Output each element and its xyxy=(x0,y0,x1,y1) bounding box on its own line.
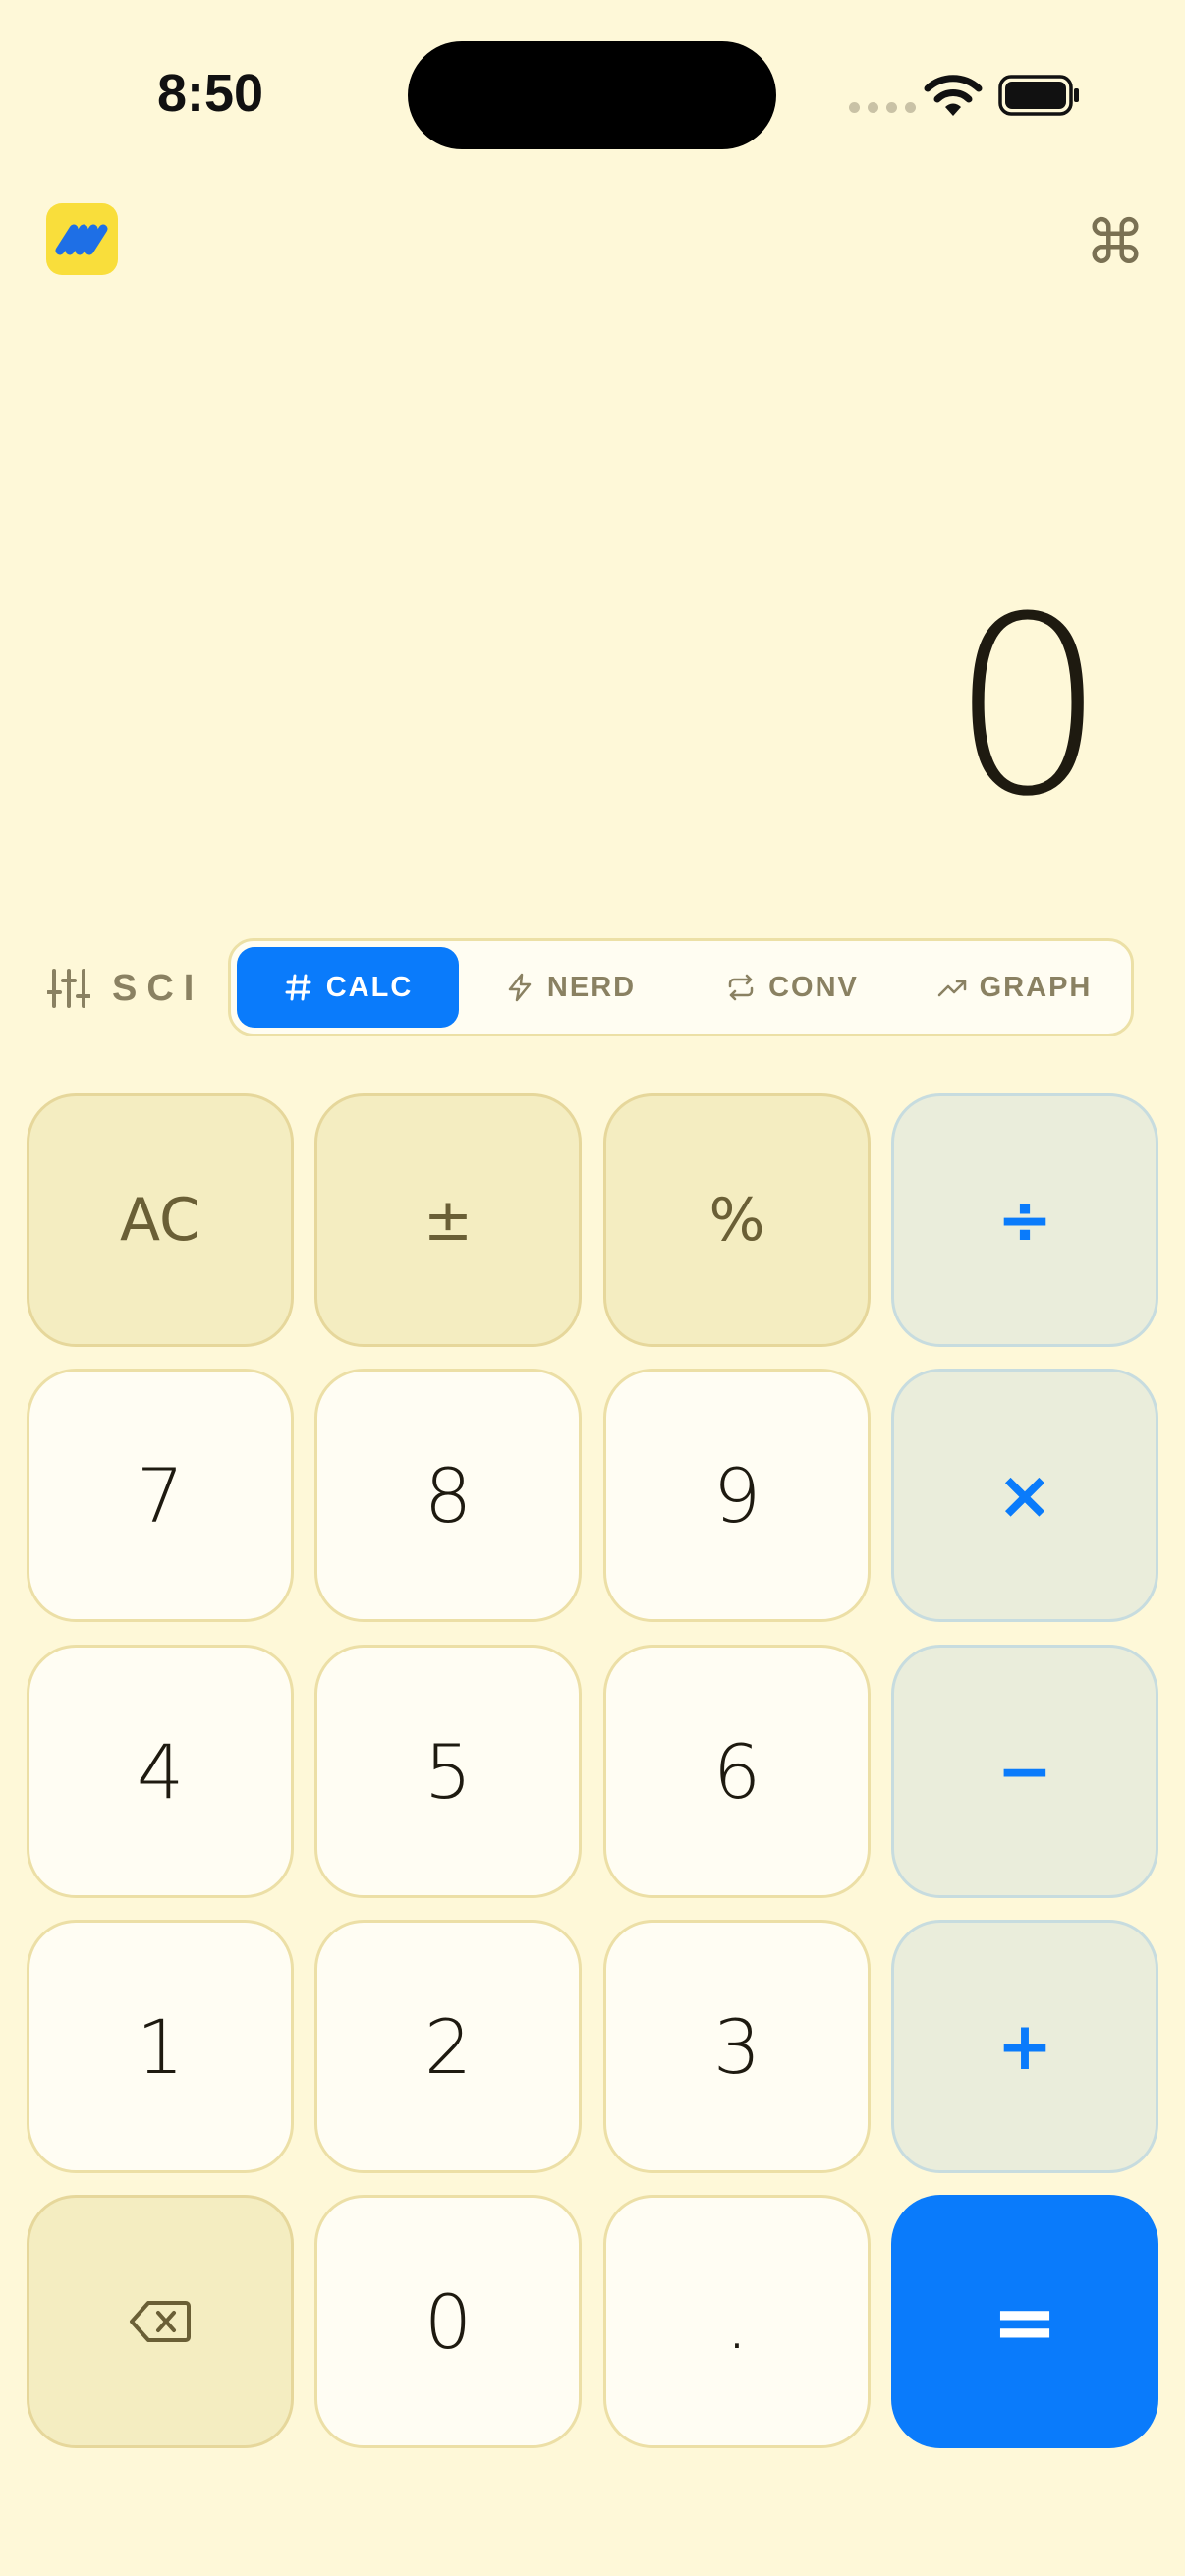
equals-button[interactable]: = xyxy=(891,2195,1158,2448)
digit-5-button[interactable]: 5 xyxy=(314,1645,582,1898)
result-display: 0 xyxy=(949,564,1106,850)
tab-nerd[interactable]: NERD xyxy=(459,947,681,1028)
sign-toggle-button[interactable]: ± xyxy=(314,1093,582,1347)
divide-button[interactable]: ÷ xyxy=(891,1093,1158,1347)
battery-icon xyxy=(998,75,1079,116)
backspace-icon xyxy=(130,2301,191,2342)
tab-conv[interactable]: CONV xyxy=(681,947,903,1028)
tab-graph[interactable]: GRAPH xyxy=(903,947,1125,1028)
app-logo-icon[interactable] xyxy=(46,203,118,275)
minus-button[interactable]: − xyxy=(891,1645,1158,1898)
wifi-icon xyxy=(924,75,983,116)
trend-icon xyxy=(937,980,966,997)
clear-button[interactable]: AC xyxy=(27,1093,294,1347)
digit-9-button[interactable]: 9 xyxy=(603,1369,871,1622)
backspace-button[interactable] xyxy=(27,2195,294,2448)
tab-calc-label: CALC xyxy=(325,971,414,1003)
mode-tabs: CALC NERD CONV GRAPH xyxy=(228,938,1134,1036)
bolt-icon xyxy=(508,973,532,1002)
multiply-button[interactable]: × xyxy=(891,1369,1158,1622)
hash-icon xyxy=(285,974,311,1001)
digit-4-button[interactable]: 4 xyxy=(27,1645,294,1898)
digit-6-button[interactable]: 6 xyxy=(603,1645,871,1898)
plus-button[interactable]: + xyxy=(891,1920,1158,2173)
digit-0-button[interactable]: 0 xyxy=(314,2195,582,2448)
percent-button[interactable]: % xyxy=(603,1093,871,1347)
cellular-signal-icon xyxy=(849,102,916,113)
tab-calc[interactable]: CALC xyxy=(237,947,459,1028)
sci-label: SCI xyxy=(112,967,204,1009)
command-icon[interactable]: ⌘ xyxy=(1085,206,1146,278)
tab-nerd-label: NERD xyxy=(546,971,637,1003)
tab-conv-label: CONV xyxy=(768,971,859,1003)
sliders-icon xyxy=(47,969,90,1008)
tab-graph-label: GRAPH xyxy=(979,971,1093,1003)
digit-2-button[interactable]: 2 xyxy=(314,1920,582,2173)
repeat-icon xyxy=(728,974,754,1001)
digit-7-button[interactable]: 7 xyxy=(27,1369,294,1622)
sci-toggle[interactable]: SCI xyxy=(47,959,203,1018)
digit-1-button[interactable]: 1 xyxy=(27,1920,294,2173)
status-time: 8:50 xyxy=(157,64,264,123)
dynamic-island xyxy=(408,41,776,149)
digit-8-button[interactable]: 8 xyxy=(314,1369,582,1622)
decimal-button[interactable]: . xyxy=(603,2195,871,2448)
digit-3-button[interactable]: 3 xyxy=(603,1920,871,2173)
